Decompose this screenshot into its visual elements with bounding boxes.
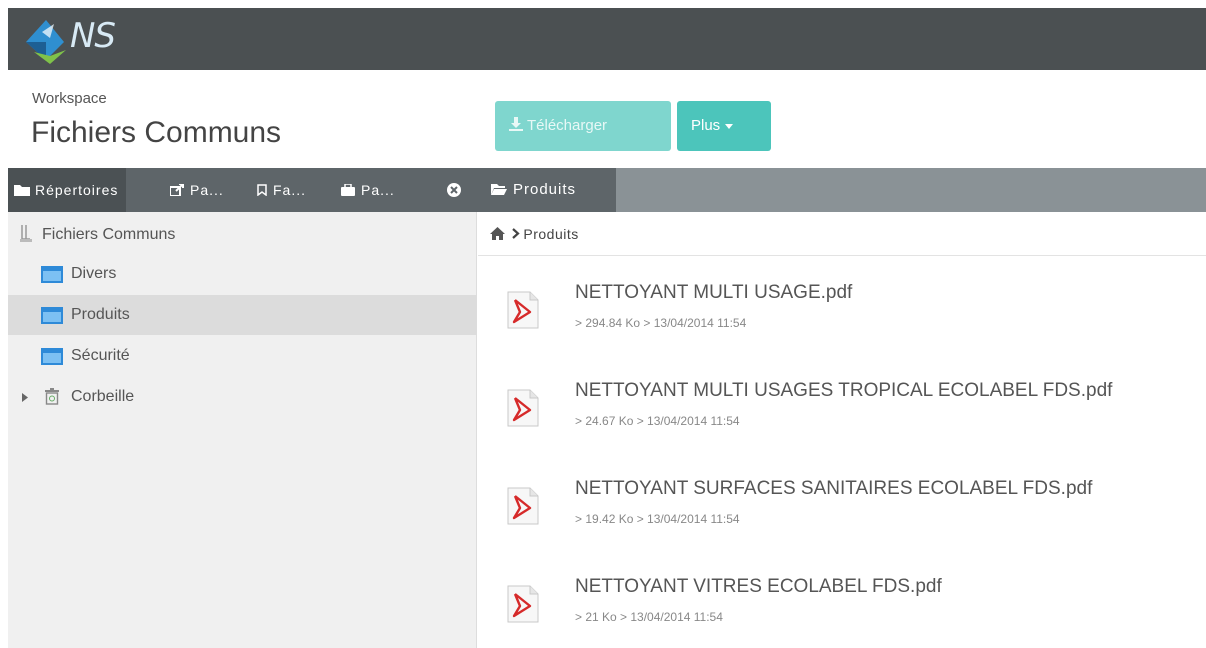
file-name[interactable]: NETTOYANT MULTI USAGES TROPICAL ECOLABEL… [575,380,1112,402]
share-icon [169,183,184,197]
home-icon[interactable] [490,227,505,240]
file-meta: > 21 Ko > 13/04/2014 11:54 [575,610,723,624]
tab-label: Pa... [361,182,395,198]
tab-produits[interactable]: Produits [477,168,616,212]
more-label: Plus [691,117,721,134]
tree-item-label: Corbeille [71,388,135,405]
file-name[interactable]: NETTOYANT VITRES ECOLABEL FDS.pdf [575,576,942,598]
tree-root[interactable]: Fichiers Communs [8,215,477,255]
breadcrumb: Produits [478,212,1206,256]
download-label: Télécharger [527,117,608,134]
folder-tree: Fichiers Communs Divers Produits Sécurit… [8,212,477,648]
file-item[interactable]: NETTOYANT MULTI USAGE.pdf > 294.84 Ko > … [478,282,1206,380]
app-frame: NS Workspace Fichiers Communs Télécharge… [8,8,1206,648]
tab-label: Pa... [190,182,224,198]
tab-repertoires[interactable]: Répertoires [8,168,127,212]
close-icon[interactable] [447,183,461,197]
tree-item-label: Sécurité [71,347,130,364]
logo[interactable]: NS [20,12,132,68]
download-icon [509,117,523,131]
folder-icon [41,348,63,365]
tree-item-corbeille[interactable]: Corbeille [8,377,477,417]
tree-root-label: Fichiers Communs [42,226,176,243]
file-item[interactable]: NETTOYANT SURFACES SANITAIRES ECOLABEL F… [478,478,1206,576]
briefcase-icon [341,183,355,196]
tab-favoris[interactable]: Fa... [257,168,306,212]
tab-label: Produits [513,181,577,198]
file-item[interactable]: NETTOYANT VITRES ECOLABEL FDS.pdf > 21 K… [478,576,1206,648]
chevron-down-icon [725,123,734,129]
left-tab-bar: Répertoires Pa... Fa... Pa... [8,168,477,212]
breadcrumb-current[interactable]: Produits [523,226,578,242]
file-name[interactable]: NETTOYANT MULTI USAGE.pdf [575,282,852,304]
right-tab-bar: Produits [477,168,1206,212]
folder-icon [41,266,63,283]
pdf-file-icon [507,585,539,623]
tab-label: Répertoires [35,182,119,198]
tab-partages[interactable]: Pa... [169,168,224,212]
tab-label: Fa... [273,182,307,198]
pdf-file-icon [507,389,539,427]
bookmark-icon [257,184,267,197]
folder-icon [41,307,63,324]
file-list-panel: Produits NETTOYANT MULTI USAGE.pdf > 294… [478,212,1206,648]
tab-paniers[interactable]: Pa... [341,168,395,212]
more-button[interactable]: Plus [677,101,771,151]
tree-item-securite[interactable]: Sécurité [8,336,477,376]
top-bar: NS [8,8,1206,70]
download-button[interactable]: Télécharger [495,101,671,151]
chevron-right-icon [512,228,521,239]
file-name[interactable]: NETTOYANT SURFACES SANITAIRES ECOLABEL F… [575,478,1092,500]
pdf-file-icon [507,487,539,525]
logo-text: NS [70,16,116,56]
page-title: Fichiers Communs [31,116,282,149]
expand-arrow-icon[interactable] [22,393,28,402]
tree-item-label: Produits [71,306,130,323]
file-meta: > 19.42 Ko > 13/04/2014 11:54 [575,512,740,526]
tree-item-produits[interactable]: Produits [8,295,477,335]
folder-open-icon [491,184,507,195]
pdf-file-icon [507,291,539,329]
file-meta: > 24.67 Ko > 13/04/2014 11:54 [575,414,740,428]
file-meta: > 294.84 Ko > 13/04/2014 11:54 [575,316,747,330]
file-item[interactable]: NETTOYANT MULTI USAGES TROPICAL ECOLABEL… [478,380,1206,478]
root-tree-icon [20,225,32,242]
folder-icon [14,185,30,196]
tree-item-label: Divers [71,265,117,282]
trash-icon [45,388,59,405]
workspace-label: Workspace [32,90,107,107]
tree-item-divers[interactable]: Divers [8,254,477,294]
